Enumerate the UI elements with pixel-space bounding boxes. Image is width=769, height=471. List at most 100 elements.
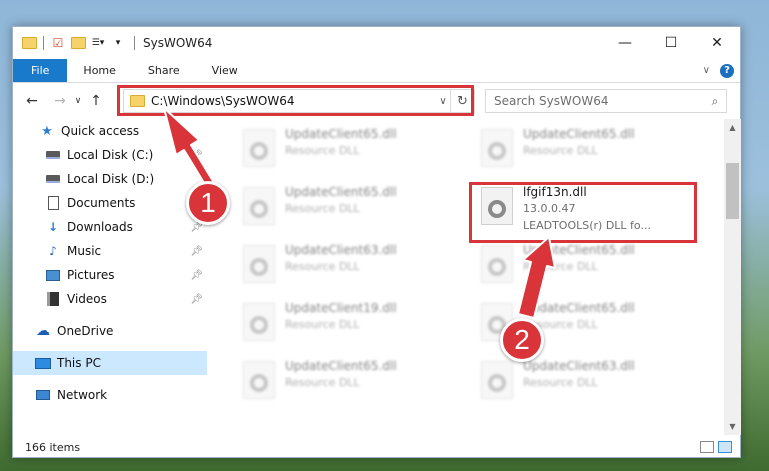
back-button[interactable]: ← — [21, 90, 43, 112]
file-name: UpdateClient63.dll — [285, 243, 397, 257]
search-box[interactable]: Search SysWOW64 ⌕ — [485, 89, 727, 113]
sidebar-item-quick-access[interactable]: ★ Quick access — [13, 119, 207, 143]
file-type: Resource DLL — [523, 376, 598, 389]
cloud-icon: ☁ — [36, 323, 50, 339]
scroll-up-icon[interactable]: ▲ — [724, 119, 741, 136]
details-view-icon[interactable] — [700, 441, 714, 453]
star-icon: ★ — [41, 123, 53, 139]
window-controls: — ☐ ✕ — [602, 27, 740, 59]
properties-icon[interactable]: ☑ — [50, 35, 66, 51]
sidebar-item-videos[interactable]: Videos 📌︎ — [13, 287, 207, 311]
file-name: UpdateClient63.dll — [523, 359, 635, 373]
sidebar-item-label: Downloads — [67, 220, 133, 234]
pictures-icon — [45, 267, 61, 283]
sidebar-item-documents[interactable]: Documents 📌︎ — [13, 191, 207, 215]
tab-view[interactable]: View — [196, 59, 254, 82]
item-count: 166 items — [25, 440, 81, 454]
search-input[interactable]: Search SysWOW64 — [486, 94, 704, 108]
music-icon: ♪ — [49, 244, 57, 258]
step-2-badge: 2 — [500, 318, 544, 362]
separator — [43, 36, 44, 50]
pin-icon[interactable]: 📌︎ — [190, 246, 203, 257]
folder-icon — [21, 35, 37, 51]
customize-toolbar-icon[interactable]: ☰▾ — [90, 35, 106, 51]
toolbar-dropdown-icon[interactable]: ▾ — [110, 35, 126, 51]
tab-share[interactable]: Share — [132, 59, 196, 82]
up-button[interactable]: ↑ — [85, 90, 107, 112]
tab-home[interactable]: Home — [67, 59, 131, 82]
file-item[interactable]: UpdateClient19.dll Resource DLL — [233, 297, 465, 347]
dll-file-icon — [481, 245, 513, 283]
sidebar-item-onedrive[interactable]: ☁ OneDrive — [13, 319, 207, 343]
maximize-button[interactable]: ☐ — [648, 27, 694, 59]
file-item[interactable]: UpdateClient63.dll Resource DLL — [233, 239, 465, 289]
videos-icon — [45, 291, 61, 307]
file-item[interactable]: UpdateClient63.dll Resource DLL — [471, 355, 703, 405]
sidebar-item-local-disk-c[interactable]: Local Disk (C:) 📌︎ — [13, 143, 207, 167]
file-item[interactable]: UpdateClient65.dll Resource DLL — [233, 355, 465, 405]
window-title: SysWOW64 — [143, 36, 213, 50]
close-button[interactable]: ✕ — [694, 27, 740, 59]
file-type: Resource DLL — [523, 144, 598, 157]
pin-icon[interactable]: 📌︎ — [190, 294, 203, 305]
help-icon[interactable]: ? — [720, 63, 734, 78]
file-item[interactable]: UpdateClient65.dll Resource DLL — [233, 123, 465, 173]
new-folder-icon[interactable] — [70, 35, 86, 51]
file-highlight — [469, 182, 697, 243]
dll-file-icon — [243, 129, 275, 167]
dll-file-icon — [243, 303, 275, 341]
file-item[interactable]: UpdateClient65.dll Resource DLL — [233, 181, 465, 231]
sidebar-item-pictures[interactable]: Pictures 📌︎ — [13, 263, 207, 287]
sidebar-item-label: Videos — [67, 292, 107, 306]
file-name: UpdateClient65.dll — [285, 185, 397, 199]
sidebar-item-label: Documents — [67, 196, 136, 210]
file-name: UpdateClient65.dll — [523, 243, 635, 257]
file-item[interactable]: UpdateClient65.dll Resource DLL — [471, 123, 703, 173]
step-1-badge: 1 — [186, 181, 230, 225]
navigation-pane: ★ Quick access Local Disk (C:) 📌︎ Local … — [13, 119, 207, 435]
file-type: Resource DLL — [285, 144, 360, 157]
drive-icon — [45, 171, 61, 187]
sidebar-item-downloads[interactable]: ↓ Downloads 📌︎ — [13, 215, 207, 239]
tiles-view-icon[interactable] — [718, 441, 732, 453]
sidebar-item-label: Network — [57, 388, 108, 402]
pin-icon[interactable]: 📌︎ — [190, 270, 203, 281]
forward-button[interactable]: → — [49, 90, 71, 112]
vertical-scrollbar[interactable]: ▲ ▼ — [724, 119, 741, 435]
pin-icon[interactable]: 📌︎ — [190, 150, 203, 161]
title-bar: ☑ ☰▾ ▾ SysWOW64 — ☐ ✕ — [13, 27, 740, 59]
address-bar-highlight — [117, 85, 474, 116]
file-type: Resource DLL — [285, 376, 360, 389]
dll-file-icon — [481, 361, 513, 399]
view-toggle — [700, 441, 740, 453]
sidebar-item-label: Quick access — [61, 124, 140, 138]
dll-file-icon — [243, 361, 275, 399]
computer-icon — [35, 355, 51, 371]
file-list: UpdateClient65.dll Resource DLL UpdateCl… — [209, 119, 723, 435]
sidebar-item-label: Local Disk (D:) — [67, 172, 155, 186]
file-type: Resource DLL — [523, 260, 598, 273]
sidebar-item-music[interactable]: ♪ Music 📌︎ — [13, 239, 207, 263]
recent-locations-icon[interactable]: ∨ — [71, 90, 85, 112]
title-separator — [134, 36, 135, 50]
ribbon-right: ∨ ? — [703, 59, 740, 82]
sidebar-item-network[interactable]: Network — [13, 383, 207, 407]
quick-access-toolbar: ☑ ☰▾ ▾ — [13, 27, 130, 59]
documents-icon — [45, 195, 61, 211]
tab-file[interactable]: File — [13, 59, 68, 82]
file-name: UpdateClient65.dll — [523, 127, 635, 141]
dll-file-icon — [481, 129, 513, 167]
file-name: UpdateClient65.dll — [285, 359, 397, 373]
dll-file-icon — [243, 245, 275, 283]
expand-ribbon-icon[interactable]: ∨ — [703, 65, 710, 76]
file-type: Resource DLL — [285, 202, 360, 215]
sidebar-item-label: This PC — [57, 356, 101, 370]
sidebar-item-local-disk-d[interactable]: Local Disk (D:) — [13, 167, 207, 191]
scroll-thumb[interactable] — [726, 163, 739, 219]
scroll-down-icon[interactable]: ▼ — [724, 418, 741, 435]
sidebar-item-this-pc[interactable]: This PC — [13, 351, 207, 375]
file-item[interactable]: UpdateClient65.dll Resource DLL — [471, 239, 703, 289]
file-name: UpdateClient19.dll — [285, 301, 397, 315]
sidebar-item-label: Pictures — [67, 268, 115, 282]
minimize-button[interactable]: — — [602, 27, 648, 59]
